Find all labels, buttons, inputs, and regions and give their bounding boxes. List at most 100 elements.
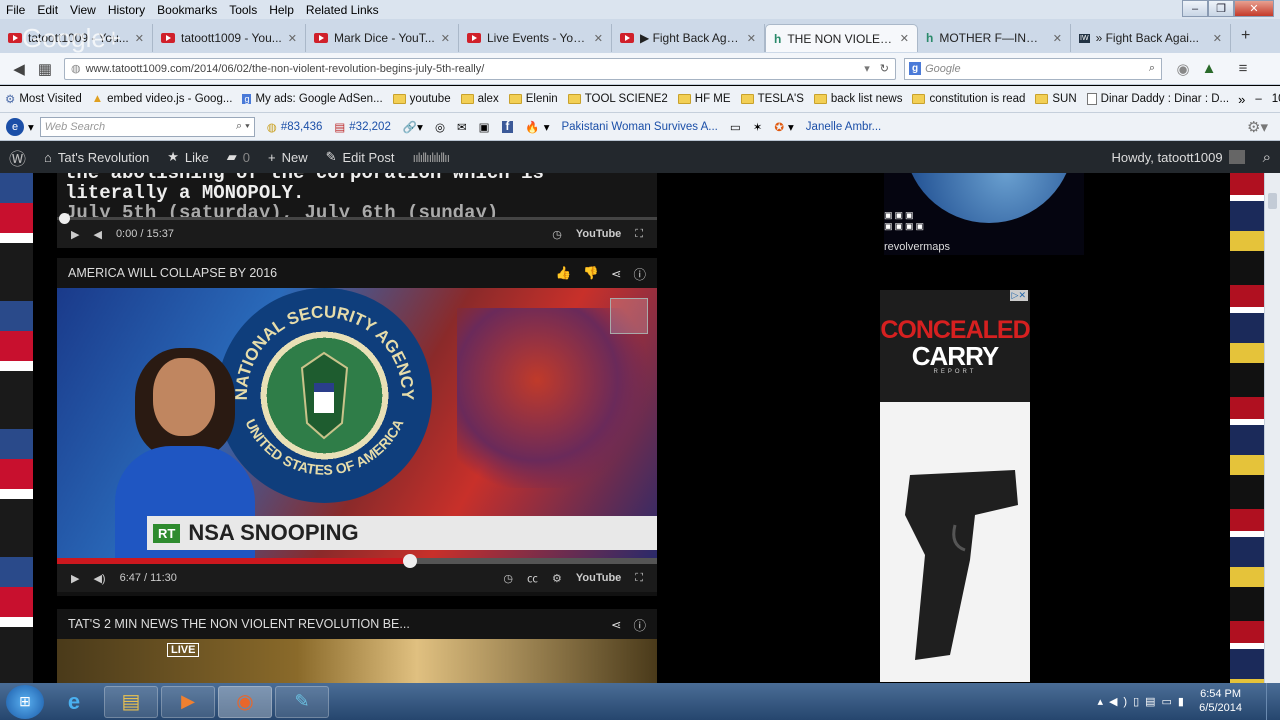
adblock-icon[interactable]: ◉ bbox=[1170, 57, 1196, 81]
top-video-progress[interactable] bbox=[57, 213, 657, 224]
close-tab-icon[interactable]: ✕ bbox=[900, 32, 909, 45]
paint-icon[interactable]: ✎ bbox=[275, 685, 329, 718]
menu-help[interactable]: Help bbox=[263, 3, 300, 17]
share-icon[interactable]: ⋖ bbox=[611, 266, 621, 281]
bookmark-youtube[interactable]: youtube bbox=[388, 93, 456, 105]
menu-view[interactable]: View bbox=[64, 3, 102, 17]
sparkle-icon[interactable]: ✶ bbox=[747, 120, 769, 134]
concealed-carry-ad[interactable]: CONCEALED CARRY REPORT ▷✕ bbox=[880, 290, 1030, 682]
wp-like[interactable]: ★ Like bbox=[158, 149, 218, 165]
second-video-player[interactable]: TAT'S 2 MIN NEWS THE NON VIOLENT REVOLUT… bbox=[57, 609, 657, 683]
media-player-icon[interactable]: ▶ bbox=[161, 685, 215, 718]
menu-file[interactable]: File bbox=[0, 3, 31, 17]
tab-2[interactable]: Mark Dice - YouT... ✕ bbox=[306, 24, 459, 52]
home-icon[interactable]: ▦ bbox=[32, 57, 58, 81]
tab-7[interactable]: IW» Fight Back Agai... ✕ bbox=[1071, 24, 1231, 52]
dropdown-icon[interactable]: ▾ bbox=[864, 62, 870, 75]
close-tab-icon[interactable]: ✕ bbox=[135, 32, 144, 45]
alexa-rank-2[interactable]: ▤ #32,202 bbox=[328, 120, 396, 134]
bookmark-embed-video[interactable]: ▲ embed video.js - Goog... bbox=[87, 93, 238, 105]
video-frame[interactable]: NATIONAL SECURITY AGENCY UNITED STATES O… bbox=[57, 288, 657, 558]
settings-gear-icon[interactable]: ⚙ bbox=[552, 572, 562, 585]
video-title[interactable]: AMERICA WILL COLLAPSE BY 2016 bbox=[68, 266, 277, 280]
close-tab-icon[interactable]: ✕ bbox=[1213, 32, 1222, 45]
adchoices-icon[interactable]: ▷✕ bbox=[1009, 290, 1028, 301]
news-link-2[interactable]: Janelle Ambr... bbox=[800, 121, 887, 133]
wp-new[interactable]: + New bbox=[259, 150, 317, 165]
menu-edit[interactable]: Edit bbox=[31, 3, 64, 17]
video-thumbnail[interactable]: LIVE bbox=[57, 639, 657, 683]
bookmark-sun[interactable]: SUN bbox=[1030, 93, 1081, 105]
volume-icon[interactable]: ◀) bbox=[93, 572, 105, 585]
back-arrow-icon[interactable]: ◀ bbox=[6, 57, 32, 81]
fullscreen-icon[interactable]: ⛶ bbox=[635, 572, 643, 585]
fullscreen-icon[interactable]: ⛶ bbox=[635, 228, 643, 241]
main-video-player[interactable]: AMERICA WILL COLLAPSE BY 2016 👍 👎 ⋖ ⓘ NA… bbox=[57, 258, 657, 596]
info-icon[interactable]: ⓘ bbox=[633, 264, 646, 283]
start-button-windows-icon[interactable]: ⊞ bbox=[6, 684, 44, 719]
close-tab-icon[interactable]: ✕ bbox=[594, 32, 603, 45]
wp-search-icon[interactable]: ⌕ bbox=[1254, 149, 1280, 166]
info-icon[interactable]: ⓘ bbox=[633, 615, 646, 634]
scrollbar-thumb[interactable] bbox=[1268, 193, 1277, 209]
captions-icon[interactable]: ㏄ bbox=[527, 570, 538, 586]
progress-knob[interactable] bbox=[59, 213, 70, 224]
bookmark-constitution[interactable]: constitution is read bbox=[907, 93, 1030, 105]
zoom-level[interactable]: 100% bbox=[1272, 93, 1280, 105]
revolvermaps-label[interactable]: revolvermaps bbox=[884, 241, 950, 253]
share-icon[interactable]: ⋖ bbox=[611, 617, 621, 632]
bookmark-alex[interactable]: alex bbox=[456, 93, 504, 105]
wp-site-name[interactable]: ⌂ Tat's Revolution bbox=[35, 150, 158, 165]
news-link-1[interactable]: Pakistani Woman Survives A... bbox=[555, 121, 723, 133]
zoom-out-button[interactable]: – bbox=[1255, 93, 1261, 105]
clipboard-icon[interactable]: ▣ bbox=[473, 120, 496, 134]
video-title[interactable]: TAT'S 2 MIN NEWS THE NON VIOLENT REVOLUT… bbox=[68, 617, 410, 631]
facebook-icon[interactable]: f bbox=[496, 120, 520, 133]
alert-icon[interactable]: ✪ ▾ bbox=[768, 120, 799, 134]
wordpress-logo-icon[interactable]: Ⓦ bbox=[0, 145, 35, 170]
youtube-logo[interactable]: YouTube bbox=[576, 572, 621, 584]
firefox-icon[interactable]: ◉ bbox=[218, 685, 272, 718]
file-explorer-icon[interactable]: ▤ bbox=[104, 685, 158, 718]
maximize-button[interactable]: ❐ bbox=[1208, 0, 1234, 17]
new-tab-button[interactable]: + bbox=[1231, 27, 1260, 45]
vertical-scrollbar[interactable] bbox=[1264, 173, 1280, 683]
main-video-progress[interactable] bbox=[57, 554, 657, 568]
bookmark-adsense[interactable]: g My ads: Google AdSen... bbox=[237, 93, 387, 105]
clock-icon[interactable]: ◷ bbox=[552, 228, 562, 241]
link-icon[interactable]: 🔗▾ bbox=[397, 120, 429, 134]
bookmark-tool-sciene2[interactable]: TOOL SCIENE2 bbox=[563, 93, 673, 105]
tab-5-active[interactable]: h THE NON VIOLEN... ✕ bbox=[765, 24, 918, 52]
settings-gear-icon[interactable]: ⚙▾ bbox=[1241, 118, 1274, 136]
close-tab-icon[interactable]: ✕ bbox=[288, 32, 297, 45]
tab-6[interactable]: h MOTHER F—ING ... ✕ bbox=[918, 24, 1071, 52]
top-video-player[interactable]: the abolishing of the corporation which … bbox=[57, 173, 657, 248]
url-bar[interactable]: ◍ www.tatoott1009.com/2014/06/02/the-non… bbox=[64, 57, 896, 80]
play-icon[interactable]: ▶ bbox=[71, 572, 79, 585]
feed-icon[interactable]: ◎ bbox=[429, 120, 451, 134]
clock-icon[interactable]: ◷ bbox=[503, 572, 513, 585]
extension-icon[interactable]: ▲ bbox=[1196, 57, 1222, 81]
bookmark-back-list-news[interactable]: back list news bbox=[809, 93, 908, 105]
more-bookmarks-chevron-icon[interactable]: » bbox=[1238, 92, 1245, 107]
thumbs-down-icon[interactable]: 👎 bbox=[583, 266, 599, 281]
internet-explorer-icon[interactable]: e bbox=[47, 686, 101, 718]
image-icon[interactable]: ▭ bbox=[724, 120, 747, 134]
wp-edit-post[interactable]: ✎ Edit Post bbox=[317, 149, 404, 165]
wp-comments[interactable]: ▰ 0 bbox=[218, 149, 259, 165]
revolvermaps-widget[interactable]: ▣▣▣ ▣▣▣▣ revolvermaps bbox=[884, 173, 1084, 255]
tab-3[interactable]: Live Events - You... ✕ bbox=[459, 24, 612, 52]
menu-related-links[interactable]: Related Links bbox=[300, 3, 385, 17]
search-box[interactable]: g Google ⌕ bbox=[904, 57, 1162, 80]
wp-howdy-user[interactable]: Howdy, tatoott1009 bbox=[1103, 150, 1254, 165]
alexa-rank-1[interactable]: ◍ #83,436 bbox=[261, 120, 329, 134]
bookmark-teslas[interactable]: TESLA'S bbox=[736, 93, 809, 105]
menu-history[interactable]: History bbox=[102, 3, 151, 17]
menu-tools[interactable]: Tools bbox=[223, 3, 263, 17]
bookmark-most-visited[interactable]: ⚙ Most Visited bbox=[0, 92, 87, 106]
youtube-logo[interactable]: YouTube bbox=[576, 228, 621, 240]
globe-controls-icon[interactable]: ▣▣▣ ▣▣▣▣ bbox=[884, 210, 926, 232]
tab-4[interactable]: ▶ Fight Back Agai... ✕ bbox=[612, 24, 765, 52]
close-window-button[interactable]: ✕ bbox=[1234, 0, 1274, 17]
minimize-button[interactable]: – bbox=[1182, 0, 1208, 17]
